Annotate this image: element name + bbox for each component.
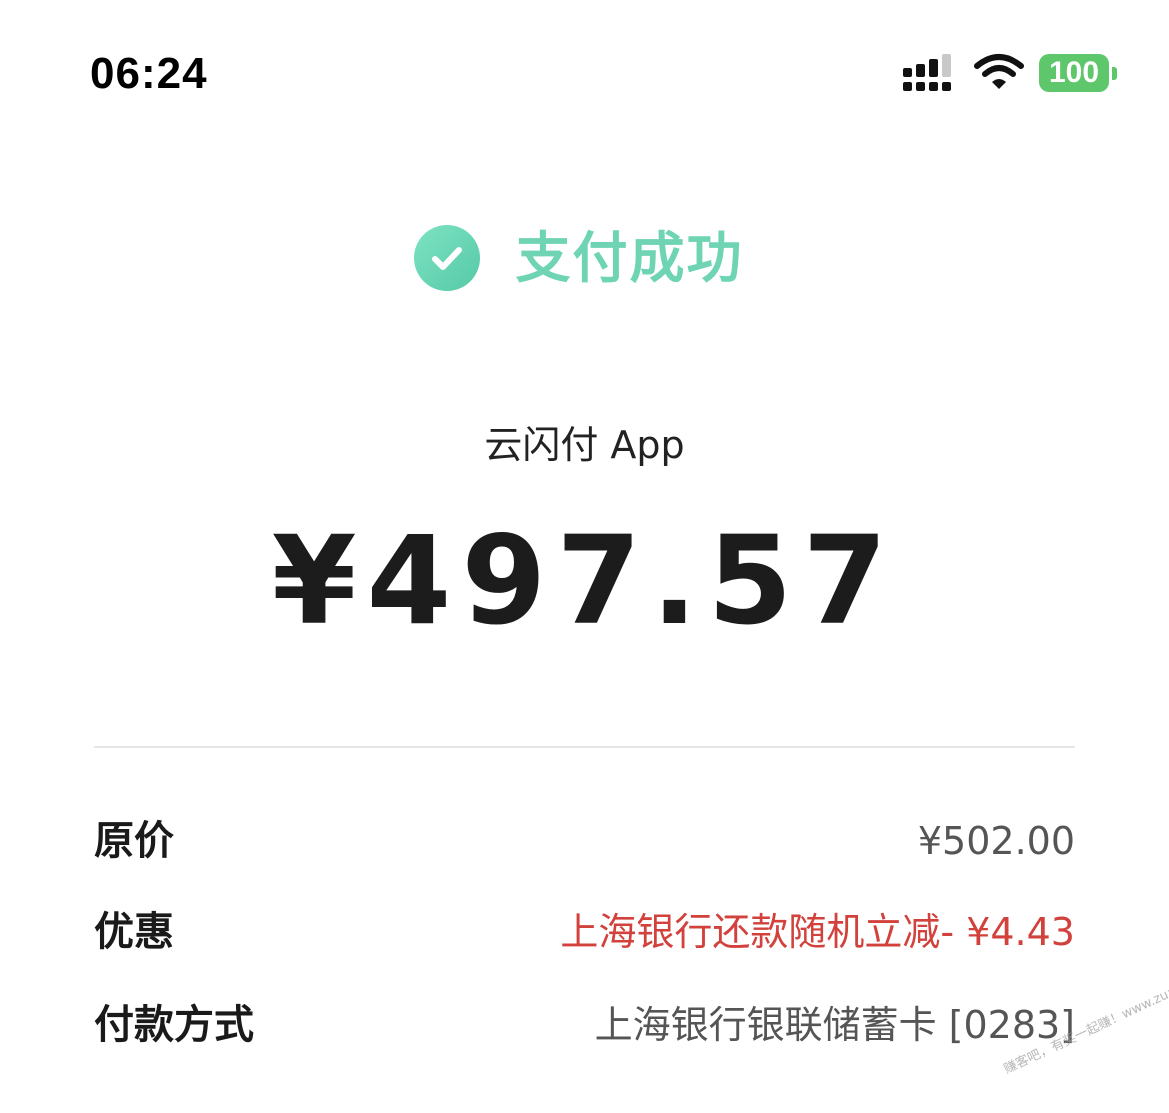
detail-value: ¥502.00 xyxy=(917,819,1075,863)
detail-label: 优惠 xyxy=(94,909,174,955)
detail-row-payment-method: 付款方式 上海银行银联储蓄卡 [0283] xyxy=(94,996,1075,1054)
signal-icon xyxy=(903,54,951,91)
detail-label: 付款方式 xyxy=(94,1002,254,1048)
detail-row-original-price: 原价 ¥502.00 xyxy=(94,812,1075,870)
merchant-name: 云闪付 App xyxy=(484,423,685,467)
wifi-icon xyxy=(974,54,1024,89)
battery-cap xyxy=(1112,67,1117,80)
detail-value: 上海银行还款随机立减- ¥4.43 xyxy=(560,910,1075,954)
divider xyxy=(94,746,1075,748)
detail-label: 原价 xyxy=(94,818,174,864)
battery-icon: 100 xyxy=(1039,54,1109,92)
detail-row-discount: 优惠 上海银行还款随机立减- ¥4.43 xyxy=(94,903,1075,961)
status-title: 支付成功 xyxy=(515,226,744,290)
check-circle-icon xyxy=(414,225,481,291)
detail-value: 上海银行银联储蓄卡 [0283] xyxy=(594,1003,1075,1047)
payment-status: 支付成功 xyxy=(0,220,1169,296)
status-time: 06:24 xyxy=(90,49,208,98)
payment-amount: ¥497.57 xyxy=(271,510,898,652)
status-icons: 100 xyxy=(903,52,1123,96)
